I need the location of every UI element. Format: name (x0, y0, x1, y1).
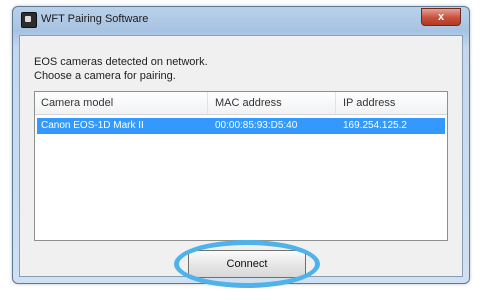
connect-button[interactable]: Connect (188, 250, 306, 278)
cell-camera-model: Canon EOS-1D Mark II (41, 120, 144, 131)
camera-row-selected[interactable]: Canon EOS-1D Mark II 00:00:85:93:D5:40 1… (37, 118, 445, 134)
cell-mac-address: 00:00:85:93:D5:40 (215, 120, 298, 131)
column-header-mac-address[interactable]: MAC address (215, 97, 282, 109)
pairing-window: WFT Pairing Software x EOS cameras detec… (12, 6, 470, 288)
app-icon (21, 12, 37, 28)
column-divider[interactable] (207, 92, 208, 114)
instruction-line-1: EOS cameras detected on network. (34, 56, 208, 68)
window-title: WFT Pairing Software (41, 13, 149, 25)
column-divider[interactable] (335, 92, 336, 114)
dialog-body: EOS cameras detected on network. Choose … (19, 35, 463, 288)
close-button[interactable]: x (421, 8, 461, 26)
list-header: Camera model MAC address IP address (35, 92, 447, 115)
camera-list[interactable]: Camera model MAC address IP address Cano… (34, 91, 448, 241)
title-bar[interactable]: WFT Pairing Software x (13, 7, 469, 33)
cell-ip-address: 169.254.125.2 (343, 120, 407, 131)
instruction-line-2: Choose a camera for pairing. (34, 70, 176, 82)
column-header-camera-model[interactable]: Camera model (41, 97, 113, 109)
column-header-ip-address[interactable]: IP address (343, 97, 395, 109)
